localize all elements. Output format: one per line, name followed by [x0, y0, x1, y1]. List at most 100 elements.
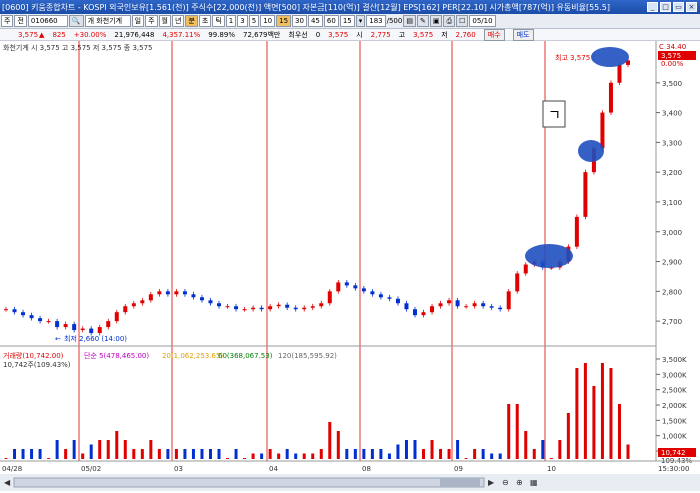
volume-tick-label: 1,000K [662, 433, 687, 441]
minute-tab[interactable]: 1 [225, 15, 237, 27]
period-tab[interactable]: 일 [131, 15, 145, 27]
minute-tab[interactable]: 10 [260, 15, 276, 27]
scroll-right-icon[interactable]: ▶ [488, 478, 495, 487]
buy-button[interactable]: 매수 [483, 28, 505, 41]
candle-body [4, 309, 8, 311]
sell-button[interactable]: 매도 [512, 28, 534, 41]
volume-bar [174, 449, 178, 459]
price-value: 3,575 [18, 30, 39, 39]
minimize-icon[interactable]: _ [647, 2, 658, 12]
volume-bar [13, 449, 17, 459]
volume-bar [89, 444, 93, 459]
volume-bar [481, 449, 485, 459]
chart-area[interactable]: 화천기계 시 3,575 고 3,575 저 3,575 종 3,575 3,5… [0, 41, 700, 491]
code-input[interactable]: 010660 [27, 15, 68, 27]
scroll-left-icon[interactable]: ◀ [4, 478, 11, 487]
volume-bar [387, 453, 391, 459]
price-tick-label: 2,700 [662, 318, 682, 326]
candle-body [447, 300, 452, 304]
scrollbar-thumb[interactable] [440, 478, 480, 487]
price-pct-label: 0.00% [661, 60, 684, 68]
period-tabs: 일주월년분초틱 [131, 15, 225, 27]
minute-tab[interactable]: 3 [237, 15, 248, 27]
count-field[interactable]: 183 [366, 15, 386, 27]
candle-body [455, 300, 460, 307]
price-tick-label: 3,000 [662, 229, 682, 237]
print-icon[interactable]: ⎙ [443, 15, 456, 27]
market-select[interactable]: 전 [14, 15, 27, 27]
volume-bar [200, 449, 204, 459]
low-annotation: 최저 2,660 (14:00) [64, 334, 127, 343]
chart-svg[interactable]: 화천기계 시 3,575 고 3,575 저 3,575 종 3,575 3,5… [0, 41, 700, 491]
checkbox[interactable]: ☐ [456, 15, 469, 27]
candle-body [438, 303, 443, 307]
search-icon[interactable]: 🔍 [68, 15, 84, 27]
close-icon[interactable]: × [686, 2, 697, 12]
volume-tick-label: 2,000K [662, 402, 687, 410]
candle-body [310, 306, 315, 308]
zoom-out-icon[interactable]: ⊖ [502, 478, 509, 487]
grid-icon[interactable]: ▦ [530, 478, 538, 487]
candle-body [489, 306, 494, 308]
save-icon[interactable]: ▣ [429, 15, 443, 27]
candle-body [199, 297, 204, 301]
period-tab[interactable]: 주 [145, 15, 158, 27]
minute-tab[interactable]: 30 [292, 15, 307, 27]
chevron-down-icon[interactable]: ▾ [355, 15, 366, 27]
candle-body [608, 82, 613, 113]
price-tick-label: 3,200 [662, 169, 682, 177]
candle-body [242, 309, 247, 311]
candle-body [464, 306, 469, 308]
period-tab[interactable]: 초 [198, 15, 212, 27]
chart-tool-icon[interactable]: ▤ [403, 15, 416, 27]
volume-bar [140, 449, 144, 459]
candle-body [140, 300, 145, 304]
minute-tab[interactable]: 45 [307, 15, 323, 27]
date-label: 08 [362, 465, 371, 473]
volume-bar [575, 368, 579, 459]
volume-bar [123, 440, 127, 459]
candle-body [251, 307, 256, 310]
volume-bar [609, 368, 613, 459]
candle-body [515, 273, 520, 292]
pref-label: 최우선 [288, 30, 308, 39]
interval-select[interactable]: 15 [339, 15, 355, 27]
minute-tab[interactable]: 5 [248, 15, 260, 27]
volume-bar [447, 449, 451, 459]
volume-bar [507, 404, 511, 459]
volume-bar [583, 363, 587, 459]
candle-body [268, 306, 273, 310]
candle-body [97, 327, 102, 334]
volume-bar [115, 431, 119, 459]
restore-icon[interactable]: □ [660, 2, 671, 12]
candle-body [182, 291, 187, 295]
period-tab[interactable]: 월 [158, 15, 171, 27]
period-tab[interactable]: 년 [171, 15, 185, 27]
high-annotation: 최고 3,575 ( [555, 53, 595, 62]
window-title: [0600] 키움종합차트 - KOSPI 외국인보유[1.561(천)] 주식… [2, 2, 611, 12]
scrollbar-track[interactable] [13, 477, 485, 488]
minute-tab[interactable]: 15 [276, 15, 292, 27]
candle-body [29, 315, 34, 319]
period-tab[interactable]: 분 [185, 15, 198, 27]
date-label: 04/28 [2, 465, 22, 473]
volume-bar [226, 458, 230, 459]
volume-bar [260, 453, 264, 459]
volume-legend-ma5: 단순 5(478,465.00) [84, 351, 149, 360]
indicator-icon[interactable]: ✎ [416, 15, 429, 27]
mode-select[interactable]: 주 [1, 15, 14, 27]
period-tab[interactable]: 틱 [212, 15, 225, 27]
volume-legend-ma20: 20(1,062,253.65) [162, 352, 223, 360]
volume-bar [558, 440, 562, 459]
stock-name-field[interactable]: 개 화천기계 [84, 15, 131, 27]
zoom-in-icon[interactable]: ⊕ [516, 478, 523, 487]
current-price-text: 3,575 [661, 52, 681, 60]
volume-bar [413, 440, 417, 459]
volume-bar [285, 449, 289, 459]
maximize-icon[interactable]: ▭ [673, 2, 684, 12]
date-label: 04 [269, 465, 278, 473]
volume-bar [592, 386, 596, 459]
minute-tab[interactable]: 60 [323, 15, 339, 27]
date-field[interactable]: 05/10 [469, 15, 496, 27]
volume-bar [336, 431, 340, 459]
